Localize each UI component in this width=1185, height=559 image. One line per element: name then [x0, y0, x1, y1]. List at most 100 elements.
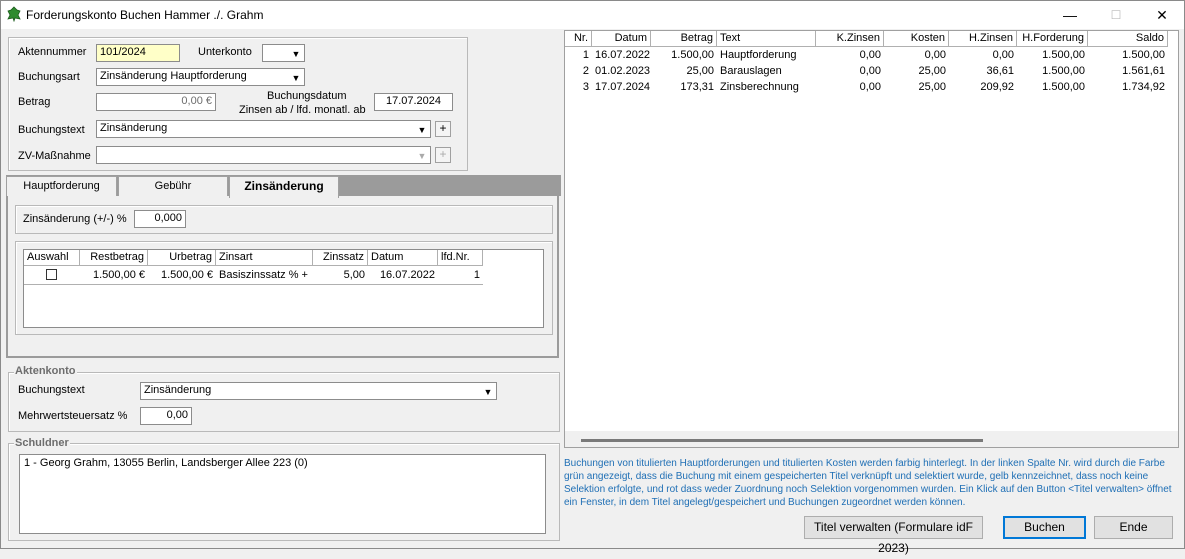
column-header[interactable]: H.Zinsen — [949, 31, 1017, 47]
nr-cell: 1 — [582, 49, 589, 61]
zinssatz-cell: 5,00 — [343, 269, 365, 281]
nr-cell: 3 — [582, 81, 589, 93]
zinsaenderung-label: Zinsänderung (+/-) % — [23, 213, 127, 225]
column-header[interactable]: Datum — [368, 250, 438, 266]
buchen-button[interactable]: Buchen — [1003, 516, 1086, 539]
table-row[interactable]: 3 17.07.2024 173,31 Zinsberechnung 0,00 … — [565, 79, 1168, 95]
saldo-cell: 1.734,92 — [1122, 81, 1165, 93]
column-header[interactable]: Zinsart — [216, 250, 313, 266]
nr-cell: 2 — [582, 65, 589, 77]
buchungstext-label: Buchungstext — [18, 124, 85, 136]
tab-zinsaenderung[interactable]: Zinsänderung — [229, 176, 339, 198]
table-row[interactable]: 2 01.02.2023 25,00 Barauslagen 0,00 25,0… — [565, 63, 1168, 79]
column-header[interactable]: K.Zinsen — [816, 31, 884, 47]
column-header[interactable]: Text — [717, 31, 816, 47]
column-header[interactable]: Datum — [592, 31, 651, 47]
column-header[interactable]: Betrag — [651, 31, 717, 47]
aktenkonto-buchungstext-value: Zinsänderung — [144, 384, 212, 396]
zinsen-ab-label: Zinsen ab / lfd. monatl. ab — [239, 104, 366, 116]
restbetrag-cell: 1.500,00 € — [93, 269, 145, 281]
horizontal-scrollbar[interactable] — [565, 431, 1178, 447]
unterkonto-label: Unterkonto — [198, 46, 252, 58]
lfdnr-cell: 1 — [473, 269, 480, 281]
mwst-field[interactable]: 0,00 — [140, 407, 192, 425]
chevron-down-icon[interactable]: ▼ — [481, 384, 495, 398]
betrag-field[interactable]: 0,00 € — [96, 93, 216, 111]
column-header[interactable]: Restbetrag — [80, 250, 148, 266]
buchungsart-label: Buchungsart — [18, 71, 80, 83]
aktenkonto-group — [8, 372, 560, 432]
column-header[interactable]: Urbetrag — [148, 250, 216, 266]
minimize-button[interactable]: — — [1047, 1, 1093, 29]
urbetrag-cell: 1.500,00 € — [161, 269, 213, 281]
scrollbar-thumb[interactable] — [581, 439, 983, 442]
saldo-cell: 1.500,00 — [1122, 49, 1165, 61]
hzinsen-cell: 0,00 — [992, 49, 1014, 61]
datum-cell: 01.02.2023 — [595, 65, 651, 77]
unterkonto-combo[interactable]: ▼ — [262, 44, 305, 62]
aktenkonto-buchungstext-label: Buchungstext — [18, 384, 85, 396]
column-header[interactable]: Saldo — [1088, 31, 1168, 47]
hforderung-cell: 1.500,00 — [1042, 49, 1085, 61]
add-zv-button[interactable]: + — [435, 147, 451, 163]
ende-button[interactable]: Ende — [1094, 516, 1173, 539]
tab-gebuehr[interactable]: Gebühr — [118, 176, 228, 196]
chevron-down-icon[interactable]: ▼ — [289, 46, 303, 60]
hforderung-cell: 1.500,00 — [1042, 81, 1085, 93]
kzinsen-cell: 0,00 — [859, 49, 881, 61]
aktennummer-label: Aktennummer — [18, 46, 87, 58]
buchungsdatum-field[interactable]: 17.07.2024 — [374, 93, 453, 111]
betrag-cell: 173,31 — [680, 81, 714, 93]
hzinsen-cell: 36,61 — [986, 65, 1014, 77]
zinsart-cell: Basiszinssatz % + — [219, 269, 308, 281]
close-button[interactable]: ✕ — [1139, 1, 1185, 29]
maximize-button[interactable]: ☐ — [1093, 1, 1139, 29]
chevron-down-icon[interactable]: ▼ — [289, 70, 303, 84]
kzinsen-cell: 0,00 — [859, 81, 881, 93]
column-header[interactable]: Zinssatz — [313, 250, 368, 266]
app-icon — [6, 6, 22, 23]
buchungstext-value: Zinsänderung — [100, 122, 168, 134]
chevron-down-icon[interactable]: ▼ — [415, 122, 429, 136]
kosten-cell: 25,00 — [918, 65, 946, 77]
table-row[interactable]: 1.500,00 € 1.500,00 € Basiszinssatz % + … — [24, 267, 483, 285]
column-header[interactable]: H.Forderung — [1017, 31, 1088, 47]
column-header[interactable]: lfd.Nr. — [438, 250, 483, 266]
text-cell: Barauslagen — [720, 65, 782, 77]
column-header[interactable]: Kosten — [884, 31, 949, 47]
column-header[interactable]: Nr. — [565, 31, 592, 47]
kosten-cell: 0,00 — [924, 49, 946, 61]
tab-hauptforderung[interactable]: Hauptforderung — [6, 176, 117, 196]
ledger-table[interactable]: Nr. Datum Betrag Text K.Zinsen Kosten H.… — [564, 30, 1179, 448]
table-row[interactable]: 1 16.07.2022 1.500,00 Hauptforderung 0,0… — [565, 47, 1168, 63]
buchungsart-value: Zinsänderung Hauptforderung — [100, 70, 247, 82]
buchungsart-combo[interactable]: Zinsänderung Hauptforderung ▼ — [96, 68, 305, 86]
titel-verwalten-button[interactable]: Titel verwalten (Formulare idF 2023) — [804, 516, 983, 555]
hforderung-cell: 1.500,00 — [1042, 65, 1085, 77]
auswahl-checkbox[interactable] — [46, 269, 57, 280]
zv-massnahme-combo[interactable]: ▼ — [96, 146, 431, 164]
saldo-cell: 1.561,61 — [1122, 65, 1165, 77]
list-item[interactable]: 1 - Georg Grahm, 13055 Berlin, Landsberg… — [24, 457, 541, 469]
schuldner-list[interactable]: 1 - Georg Grahm, 13055 Berlin, Landsberg… — [19, 454, 546, 534]
text-cell: Zinsberechnung — [720, 81, 799, 93]
zins-table[interactable]: Auswahl Restbetrag Urbetrag Zinsart Zins… — [23, 249, 544, 328]
aktennummer-field[interactable]: 101/2024 — [96, 44, 180, 62]
main-window: Forderungskonto Buchen Hammer ./. Grahm … — [0, 0, 1185, 555]
mwst-label: Mehrwertsteuersatz % — [18, 410, 128, 422]
aktenkonto-buchungstext-combo[interactable]: Zinsänderung ▼ — [140, 382, 497, 400]
schuldner-legend: Schuldner — [14, 437, 70, 449]
betrag-label: Betrag — [18, 96, 51, 108]
text-cell: Hauptforderung — [720, 49, 797, 61]
info-text: Buchungen von titulierten Hauptforderung… — [564, 458, 1172, 508]
chevron-down-icon[interactable]: ▼ — [415, 148, 429, 162]
datum-cell: 16.07.2022 — [595, 49, 651, 61]
window-title: Forderungskonto Buchen Hammer ./. Grahm — [26, 8, 264, 22]
column-header[interactable]: Auswahl — [24, 250, 80, 266]
zinsaenderung-field[interactable]: 0,000 — [134, 210, 186, 228]
title-bar: Forderungskonto Buchen Hammer ./. Grahm … — [1, 1, 1184, 29]
buchungsdatum-label: Buchungsdatum — [267, 90, 347, 102]
buchungstext-combo[interactable]: Zinsänderung ▼ — [96, 120, 431, 138]
add-buchungstext-button[interactable]: + — [435, 121, 451, 137]
kosten-cell: 25,00 — [918, 81, 946, 93]
